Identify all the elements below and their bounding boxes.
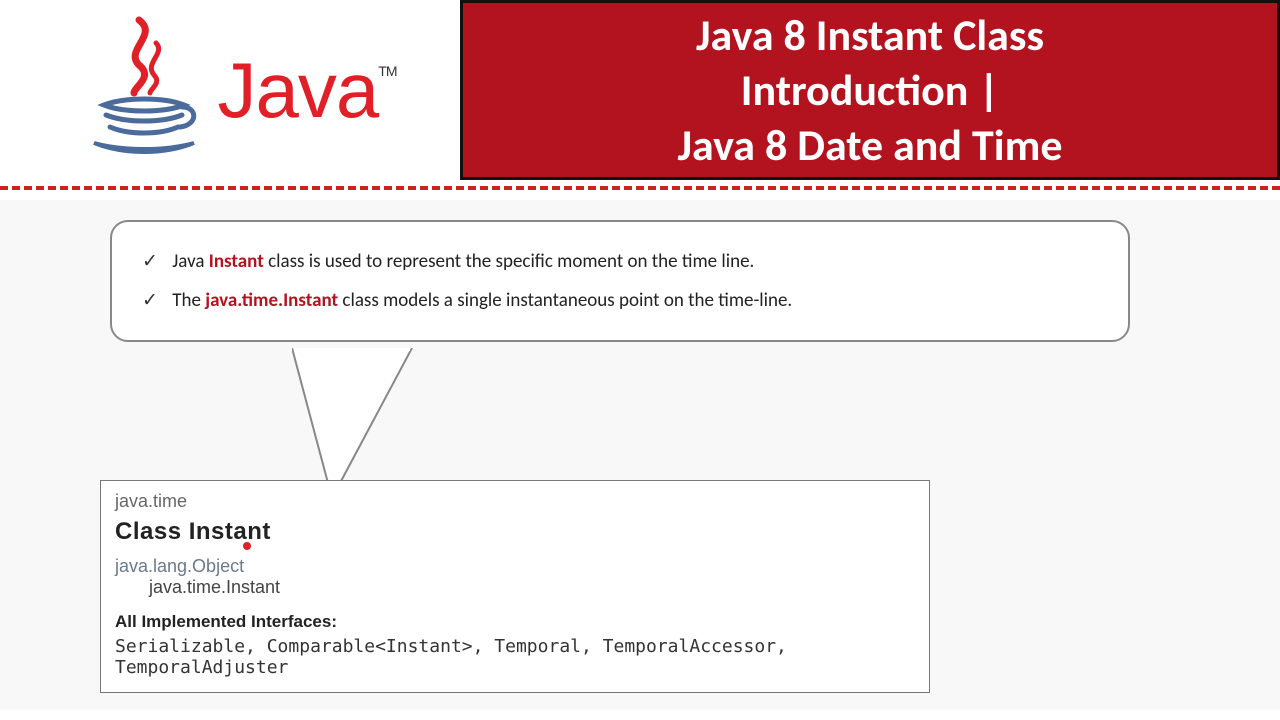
hierarchy-child: java.time.Instant xyxy=(149,577,915,598)
java-logo-area: JavaTM xyxy=(0,0,460,180)
title-line-2: Introduction | xyxy=(741,63,999,118)
highlight-java-time-instant: java.time.Instant xyxy=(205,289,338,312)
highlight-instant: Instant xyxy=(209,250,264,273)
interfaces-label: All Implemented Interfaces: xyxy=(115,612,915,632)
laser-pointer-icon xyxy=(243,542,251,550)
title-line-1: Java 8 Instant Class xyxy=(696,8,1044,63)
class-name-heading: Class Instant xyxy=(115,518,915,546)
dashed-divider xyxy=(0,186,1280,190)
trademark: TM xyxy=(378,63,396,79)
header: JavaTM Java 8 Instant Class Introduction… xyxy=(0,0,1280,180)
class-doc-box: java.time Class Instant java.lang.Object… xyxy=(100,480,930,693)
bullet-2: The java.time.Instant class models a sin… xyxy=(142,281,1098,320)
speech-bubble: Java Instant class is used to represent … xyxy=(110,220,1130,342)
title-line-3: Java 8 Date and Time xyxy=(677,118,1062,173)
hierarchy-parent: java.lang.Object xyxy=(115,556,915,577)
package-label: java.time xyxy=(115,491,915,512)
java-logo-text: JavaTM xyxy=(218,45,397,136)
interfaces-list: Serializable, Comparable<Instant>, Tempo… xyxy=(115,636,915,678)
bullet-1: Java Instant class is used to represent … xyxy=(142,242,1098,281)
content-area: Java Instant class is used to represent … xyxy=(0,200,1280,710)
title-banner: Java 8 Instant Class Introduction | Java… xyxy=(460,0,1280,180)
java-cup-icon xyxy=(84,15,204,165)
